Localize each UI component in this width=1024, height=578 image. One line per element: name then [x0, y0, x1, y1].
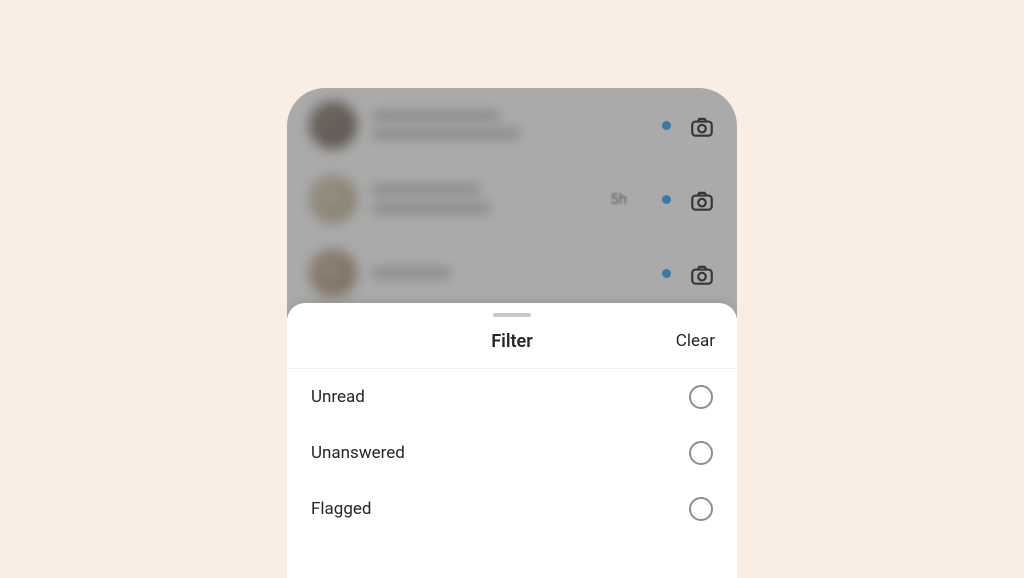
dim-overlay[interactable]	[287, 88, 737, 318]
filter-label: Unanswered	[311, 443, 405, 463]
sheet-title: Filter	[491, 331, 532, 352]
filter-label: Unread	[311, 387, 365, 407]
sheet-header: Filter Clear	[287, 323, 737, 369]
radio-icon[interactable]	[689, 441, 713, 465]
filter-option-unread[interactable]: Unread	[287, 369, 737, 425]
sheet-handle-icon[interactable]	[493, 313, 531, 317]
filter-option-flagged[interactable]: Flagged	[287, 481, 737, 537]
filter-bottom-sheet: Filter Clear Unread Unanswered Flagged	[287, 303, 737, 578]
radio-icon[interactable]	[689, 497, 713, 521]
filter-option-unanswered[interactable]: Unanswered	[287, 425, 737, 481]
phone-frame: 5h	[287, 88, 737, 578]
filter-label: Flagged	[311, 499, 371, 519]
clear-button[interactable]: Clear	[676, 331, 715, 351]
radio-icon[interactable]	[689, 385, 713, 409]
